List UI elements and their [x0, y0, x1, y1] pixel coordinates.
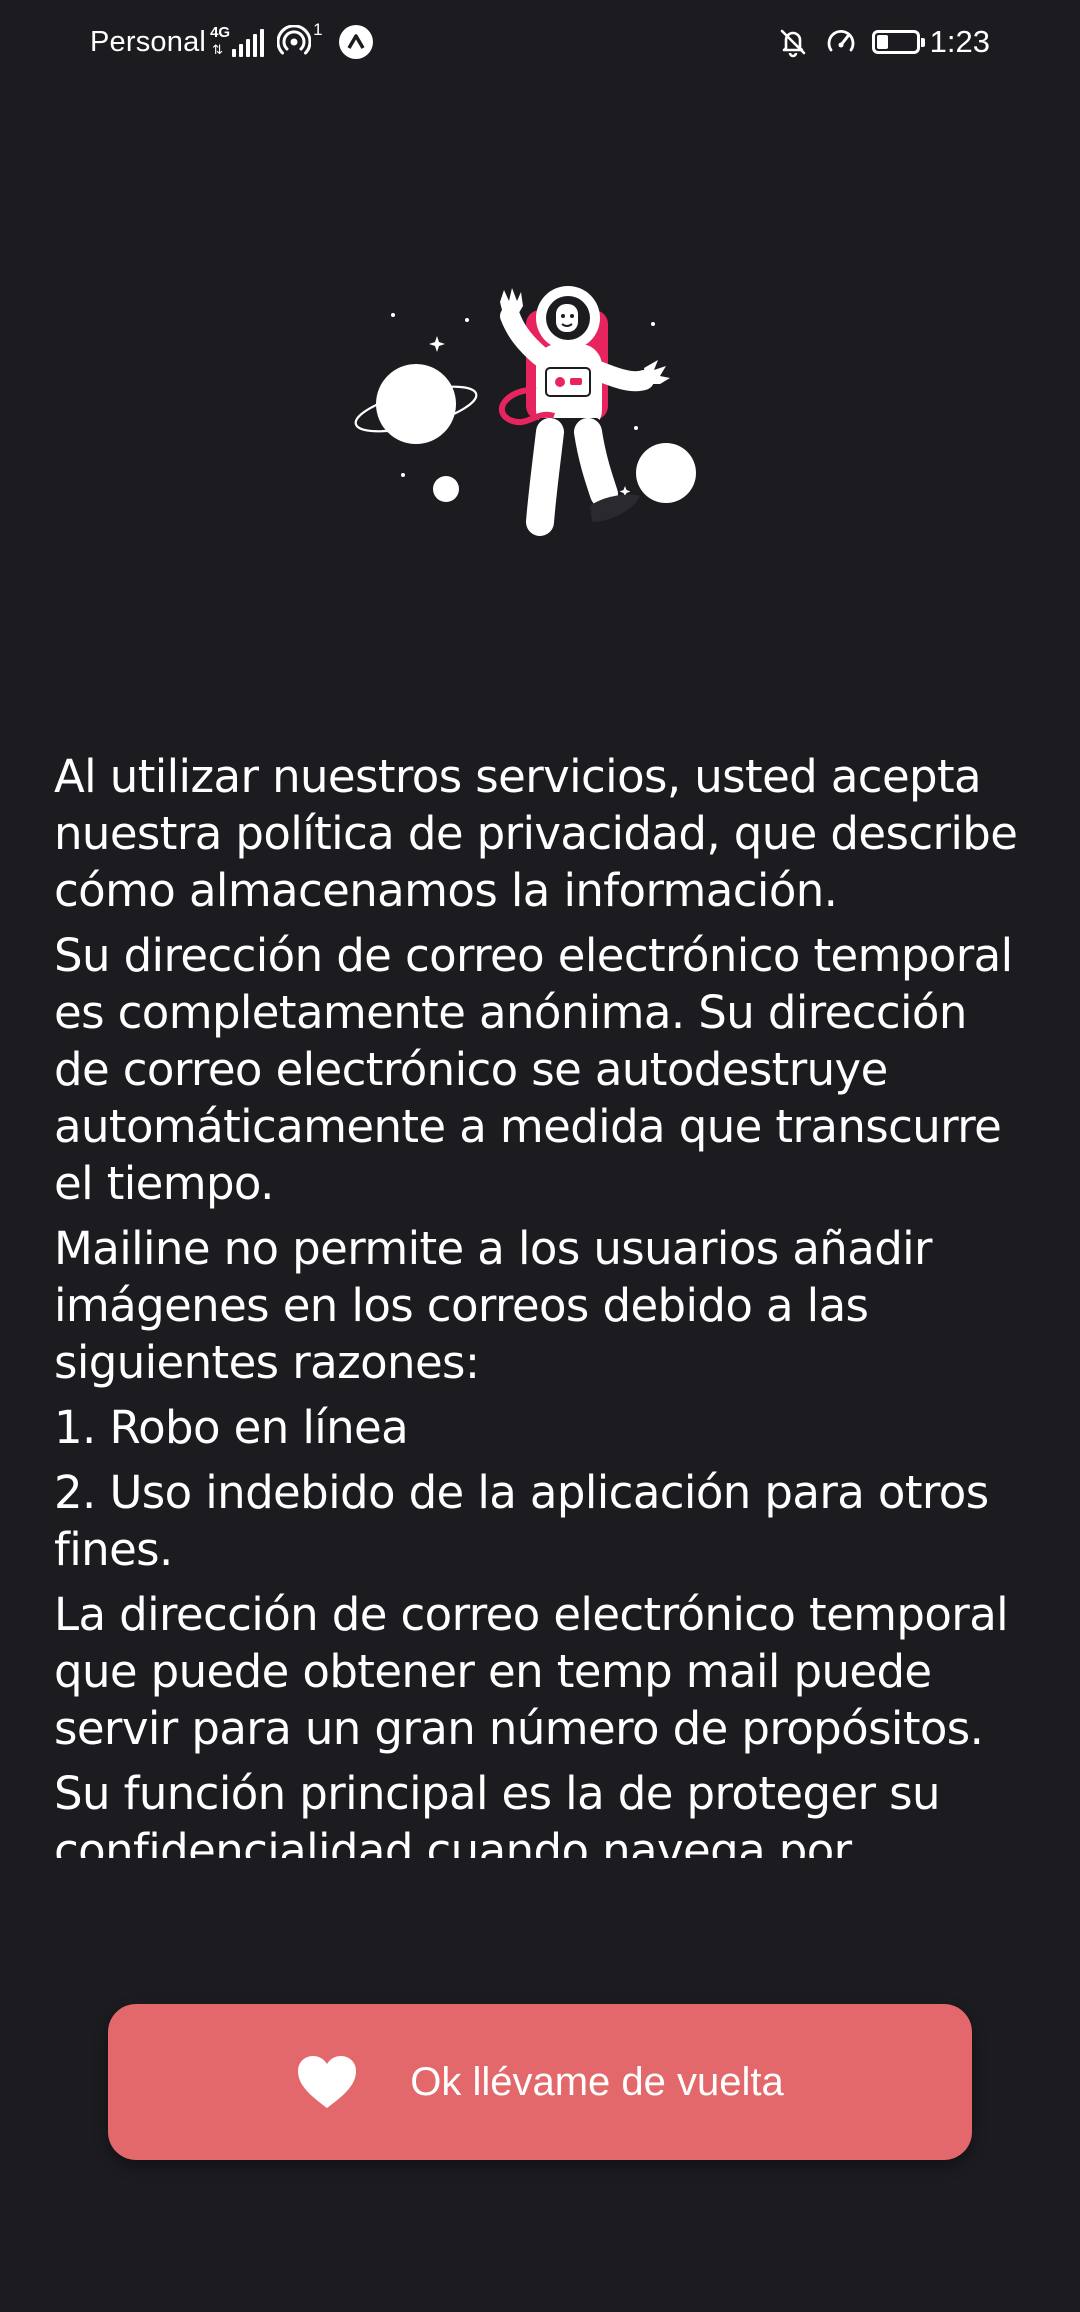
paragraph: Mailine no permite a los usuarios añadir…: [54, 1222, 933, 1389]
go-back-button[interactable]: Ok llévame de vuelta: [108, 2004, 972, 2160]
hotspot-count: 1: [313, 20, 323, 39]
speedometer-icon: [824, 25, 858, 59]
status-bar-left: Personal 4G ⇅ 1: [90, 20, 373, 64]
right-planet: [636, 443, 696, 503]
status-time: 1:23: [929, 24, 990, 59]
paragraph: Al utilizar nuestros servicios, usted ac…: [54, 750, 1018, 917]
hotspot-icon: [276, 24, 312, 59]
go-back-button-label: Ok llévame de vuelta: [410, 2059, 784, 2104]
lte-icon: 4G ⇅: [210, 24, 231, 57]
bell-off-icon: [776, 25, 810, 59]
astronaut-illustration: [340, 260, 720, 570]
heart-icon: [296, 2054, 358, 2110]
status-bar-right: 1:23: [776, 20, 990, 64]
paragraph: Su función principal es la de proteger s…: [54, 1767, 940, 1858]
battery-icon: [871, 30, 925, 54]
status-bar: Personal 4G ⇅ 1 1:23: [0, 0, 1080, 84]
ringed-planet: [354, 364, 478, 444]
paragraph: La dirección de correo electrónico tempo…: [54, 1588, 1009, 1755]
privacy-text-scroll[interactable]: Al utilizar nuestros servicios, usted ac…: [54, 748, 1034, 1858]
signal-icon: [232, 27, 267, 57]
network-type-label: 4G: [210, 24, 231, 41]
battery-level: [876, 35, 888, 49]
small-moon: [433, 476, 459, 502]
carrier-name: Personal: [90, 25, 207, 58]
app-notification-icon: [338, 25, 373, 59]
list-item: 1. Robo en línea: [54, 1401, 409, 1454]
list-item: 2. Uso indebido de la aplicación para ot…: [54, 1466, 989, 1576]
paragraph: Su dirección de correo electrónico tempo…: [54, 929, 1013, 1210]
